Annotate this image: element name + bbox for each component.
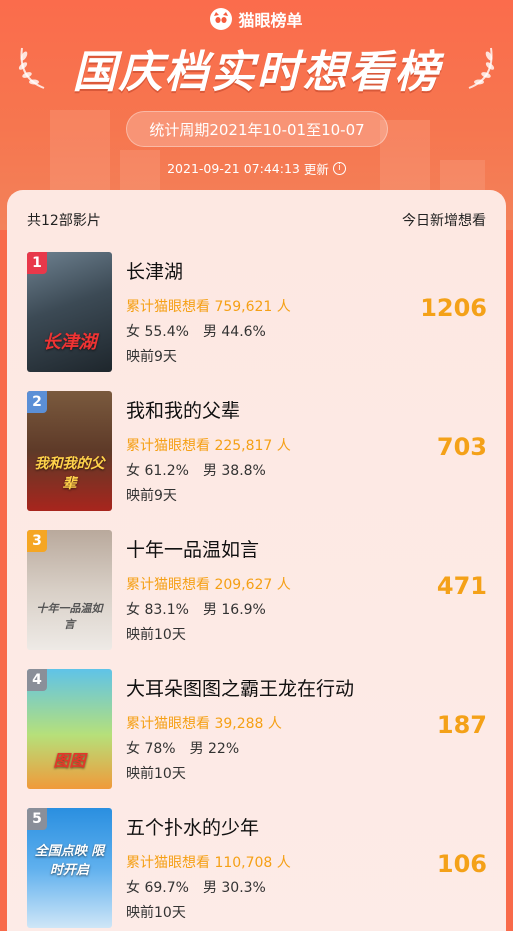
movie-item[interactable]: 2 我和我的父辈 我和我的父辈 累计猫眼想看 225,817 人 女 61.2%… xyxy=(27,391,487,511)
new-wants-column-label: 今日新增想看 xyxy=(402,213,486,229)
female-ratio: 女 78% xyxy=(126,741,176,757)
rank-badge: 1 xyxy=(27,252,47,274)
movie-title[interactable]: 我和我的父辈 xyxy=(126,396,240,423)
page-title-wrap: 国庆档实时想看榜 xyxy=(0,36,513,100)
new-wants-count: 703 xyxy=(436,433,487,461)
movie-item[interactable]: 5 全国点映 限时开启 五个扑水的少年 累计猫眼想看 110,708 人 女 6… xyxy=(27,808,487,928)
movie-poster[interactable]: 5 全国点映 限时开启 xyxy=(27,808,112,928)
cumulative-wants: 累计猫眼想看 110,708 人 xyxy=(126,855,291,871)
female-ratio: 女 55.4% xyxy=(126,324,189,340)
movie-poster[interactable]: 1 长津湖 xyxy=(27,252,112,372)
page-title: 国庆档实时想看榜 xyxy=(72,47,441,98)
movie-poster[interactable]: 2 我和我的父辈 xyxy=(27,391,112,511)
days-to-release: 映前9天 xyxy=(126,488,177,504)
new-wants-count: 106 xyxy=(436,850,487,878)
rank-badge: 2 xyxy=(27,391,47,413)
days-to-release: 映前10天 xyxy=(126,627,186,643)
female-ratio: 女 61.2% xyxy=(126,463,189,479)
brand-header: 猫眼榜单 xyxy=(0,6,513,32)
movie-title[interactable]: 十年一品温如言 xyxy=(126,535,259,562)
female-ratio: 女 83.1% xyxy=(126,602,189,618)
female-ratio: 女 69.7% xyxy=(126,880,189,896)
rank-badge: 3 xyxy=(27,530,47,552)
cumulative-wants: 累计猫眼想看 759,621 人 xyxy=(126,299,291,315)
poster-title: 全国点映 限时开启 xyxy=(34,844,105,878)
stat-period-pill: 统计周期2021年10-01至10-07 xyxy=(126,111,388,147)
movie-item[interactable]: 1 长津湖 长津湖 累计猫眼想看 759,621 人 女 55.4% 男 44.6… xyxy=(27,252,487,372)
movie-poster[interactable]: 3 十年一品温如言 xyxy=(27,530,112,650)
days-to-release: 映前10天 xyxy=(126,766,186,782)
gender-ratio: 女 83.1% 男 16.9% xyxy=(126,599,266,619)
days-to-release: 映前9天 xyxy=(126,349,177,365)
movie-item[interactable]: 4 图图 大耳朵图图之霸王龙在行动 累计猫眼想看 39,288 人 女 78% 男… xyxy=(27,669,487,789)
new-wants-count: 187 xyxy=(436,711,487,739)
gender-ratio: 女 61.2% 男 38.8% xyxy=(126,460,266,480)
movie-poster[interactable]: 4 图图 xyxy=(27,669,112,789)
movie-title[interactable]: 五个扑水的少年 xyxy=(126,813,259,840)
male-ratio: 男 30.3% xyxy=(202,880,266,896)
rank-badge: 4 xyxy=(27,669,47,691)
gender-ratio: 女 55.4% 男 44.6% xyxy=(126,321,266,341)
update-label: 更新 xyxy=(303,161,329,177)
film-count: 共12部影片 xyxy=(27,213,101,229)
cat-eye-logo-icon xyxy=(210,8,233,30)
movie-item[interactable]: 3 十年一品温如言 十年一品温如言 累计猫眼想看 209,627 人 女 83.… xyxy=(27,530,487,650)
male-ratio: 男 38.8% xyxy=(202,463,266,479)
cumulative-wants: 累计猫眼想看 209,627 人 xyxy=(126,577,291,593)
male-ratio: 男 22% xyxy=(189,741,240,757)
update-timestamp: 2021-09-21 07:44:13 xyxy=(167,160,300,176)
days-to-release: 映前10天 xyxy=(126,905,186,921)
ranking-card: 共12部影片 今日新增想看 1 长津湖 长津湖 累计猫眼想看 759,621 人… xyxy=(7,190,506,931)
new-wants-count: 471 xyxy=(436,572,487,600)
update-time[interactable]: 2021-09-21 07:44:13 更新 i xyxy=(0,158,513,178)
male-ratio: 男 16.9% xyxy=(202,602,266,618)
info-icon[interactable]: i xyxy=(332,161,346,175)
poster-title: 长津湖 xyxy=(42,332,97,353)
poster-title: 十年一品温如言 xyxy=(36,602,103,631)
brand-name: 猫眼榜单 xyxy=(238,11,303,30)
new-wants-count: 1206 xyxy=(420,294,487,322)
gender-ratio: 女 69.7% 男 30.3% xyxy=(126,877,266,897)
poster-title: 图图 xyxy=(53,751,86,770)
male-ratio: 男 44.6% xyxy=(202,324,266,340)
movie-title[interactable]: 大耳朵图图之霸王龙在行动 xyxy=(126,674,354,701)
cumulative-wants: 累计猫眼想看 225,817 人 xyxy=(126,438,291,454)
cumulative-wants: 累计猫眼想看 39,288 人 xyxy=(126,716,282,732)
movie-title[interactable]: 长津湖 xyxy=(126,257,183,284)
gender-ratio: 女 78% 男 22% xyxy=(126,738,239,758)
rank-badge: 5 xyxy=(27,808,47,830)
poster-title: 我和我的父辈 xyxy=(34,456,105,492)
list-header: 共12部影片 今日新增想看 xyxy=(27,210,486,230)
